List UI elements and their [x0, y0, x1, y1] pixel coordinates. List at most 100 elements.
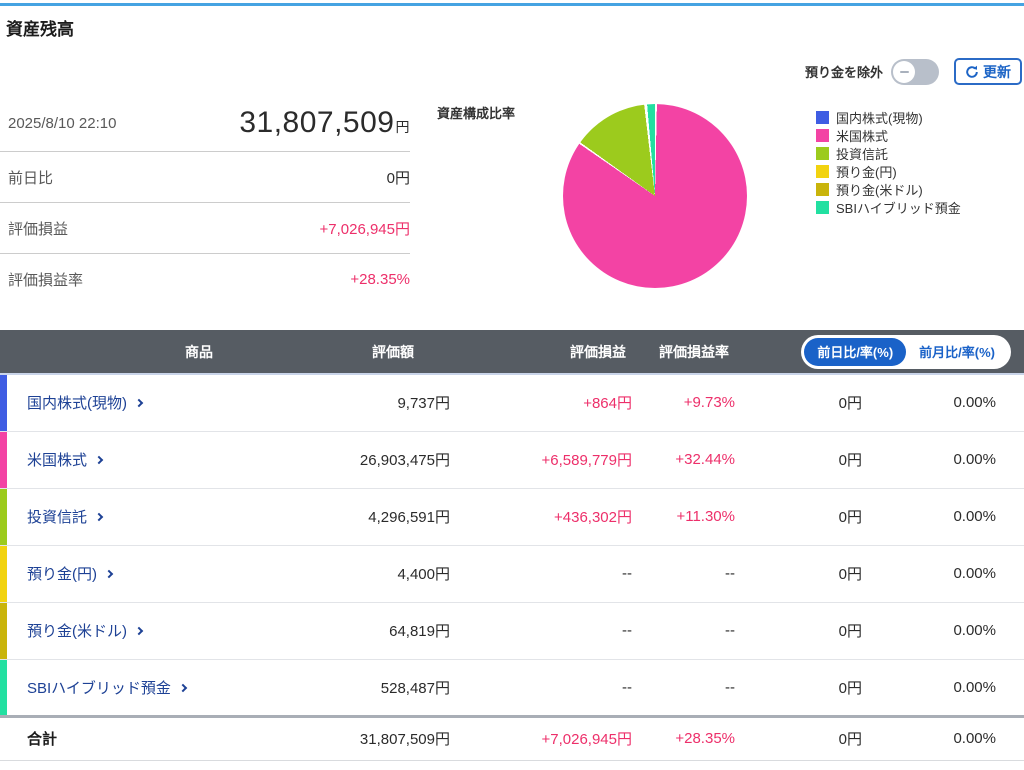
total-pl-rate-cell: +28.35% [632, 714, 735, 761]
top-accent-line [0, 3, 1024, 6]
pl-rate-cell: +9.73% [632, 374, 735, 432]
day-change-cell: 0円 [735, 602, 862, 660]
timestamp: 2025/8/10 22:10 [8, 114, 117, 132]
tab-day-change[interactable]: 前日比/率(%) [804, 337, 907, 366]
product-link-us-stocks[interactable]: 米国株式 [27, 449, 104, 470]
table-row-sbi-hybrid: SBIハイブリッド預金 528,487円 -- -- 0円 0.00% [0, 659, 1024, 717]
row-color-bar [0, 602, 7, 659]
summary-value: +28.35% [350, 271, 410, 288]
pl-rate-cell: +11.30% [632, 488, 735, 546]
header-value: 評価額 [336, 330, 450, 375]
product-link-deposit-yen[interactable]: 預り金(円) [27, 563, 114, 584]
total-day-change-cell: 0円 [735, 714, 862, 761]
day-change-cell: 0円 [735, 545, 862, 603]
value-cell: 64,819円 [336, 602, 450, 660]
row-color-bar [0, 659, 7, 715]
day-change-cell: 0円 [735, 488, 862, 546]
day-rate-cell: 0.00% [862, 488, 1024, 546]
chevron-right-icon [134, 399, 144, 408]
summary-row-pl-rate: 評価損益率 +28.35% [0, 254, 410, 305]
legend-item: SBIハイブリッド預金 [816, 199, 961, 216]
exclude-deposits-toggle[interactable] [891, 58, 939, 85]
row-color-bar [0, 488, 7, 545]
summary-row-day-change: 前日比 0円 [0, 152, 410, 203]
refresh-button-label: 更新 [983, 63, 1011, 80]
pl-cell: -- [450, 545, 632, 603]
legend-label: 米国株式 [836, 129, 889, 144]
table-row-mutual-funds: 投資信託 4,296,591円 +436,302円 +11.30% 0円 0.0… [0, 488, 1024, 546]
value-cell: 9,737円 [336, 374, 450, 432]
header-pl: 評価損益 [450, 330, 632, 375]
legend-swatch-mutual-funds [816, 147, 829, 160]
product-link-mutual-funds[interactable]: 投資信託 [27, 506, 104, 527]
day-rate-cell: 0.00% [862, 602, 1024, 660]
legend-item: 国内株式(現物) [816, 109, 961, 126]
legend-swatch-sbi-hybrid [816, 201, 829, 214]
legend-label: 預り金(円) [836, 165, 897, 180]
pl-cell: +436,302円 [450, 488, 632, 546]
day-rate-cell: 0.00% [862, 659, 1024, 717]
product-link-sbi-hybrid[interactable]: SBIハイブリッド預金 [27, 677, 188, 698]
summary-label: 前日比 [8, 169, 54, 187]
chevron-right-icon [94, 512, 104, 522]
legend-item: 預り金(円) [816, 163, 961, 180]
legend-label: SBIハイブリッド預金 [836, 201, 961, 216]
row-color-bar [0, 545, 7, 602]
header-product: 商品 [0, 330, 336, 375]
day-rate-cell: 0.00% [862, 431, 1024, 489]
chevron-right-icon [104, 569, 114, 579]
pl-cell: -- [450, 602, 632, 660]
chevron-right-icon [134, 626, 144, 636]
value-cell: 4,400円 [336, 545, 450, 603]
total-value-cell: 31,807,509円 [336, 714, 450, 761]
pl-rate-cell: -- [632, 659, 735, 717]
product-link-deposit-usd[interactable]: 預り金(米ドル) [27, 620, 144, 641]
day-change-cell: 0円 [735, 659, 862, 717]
pl-rate-cell: -- [632, 602, 735, 660]
value-cell: 4,296,591円 [336, 488, 450, 546]
legend-swatch-domestic-stocks [816, 111, 829, 124]
pl-cell: +6,589,779円 [450, 431, 632, 489]
legend-swatch-us-stocks [816, 129, 829, 142]
period-toggle-group: 前日比/率(%) 前月比/率(%) [801, 334, 1011, 369]
pl-rate-cell: +32.44% [632, 431, 735, 489]
header-pl-rate: 評価損益率 [632, 330, 735, 375]
refresh-button[interactable]: 更新 [954, 58, 1022, 85]
summary-row-pl: 評価損益 +7,026,945円 [0, 203, 410, 254]
controls-row: 預り金を除外 更新 [805, 58, 1022, 85]
row-color-bar [0, 375, 7, 431]
legend-label: 国内株式(現物) [836, 111, 923, 126]
exclude-deposits-label: 預り金を除外 [804, 65, 883, 80]
summary-label: 評価損益 [8, 220, 69, 238]
table-row-us-stocks: 米国株式 26,903,475円 +6,589,779円 +32.44% 0円 … [0, 431, 1024, 489]
day-rate-cell: 0.00% [862, 374, 1024, 432]
legend-swatch-deposit-yen [816, 165, 829, 178]
total-pl-cell: +7,026,945円 [450, 714, 632, 761]
pl-cell: +864円 [450, 374, 632, 432]
value-cell: 26,903,475円 [336, 431, 450, 489]
row-color-bar [0, 431, 7, 488]
table-row-deposit-yen: 預り金(円) 4,400円 -- -- 0円 0.00% [0, 545, 1024, 603]
yen-unit: 円 [395, 119, 410, 135]
refresh-icon [966, 65, 978, 78]
holdings-table: 商品 評価額 評価損益 評価損益率 前日比/率(%) 前月比/率(%) 国内株式… [0, 330, 1024, 761]
legend-label: 預り金(米ドル) [836, 183, 923, 198]
pie-chart-title: 資産構成比率 [437, 106, 516, 121]
legend-swatch-deposit-usd [816, 183, 829, 196]
asset-composition-pie-chart [563, 104, 747, 288]
pie-legend: 国内株式(現物) 米国株式 投資信託 預り金(円) 預り金(米ドル) SBIハイ… [816, 109, 961, 217]
summary-panel: 2025/8/10 22:10 31,807,509円 前日比 0円 評価損益 … [0, 95, 410, 305]
legend-label: 投資信託 [836, 147, 889, 162]
tab-month-change[interactable]: 前月比/率(%) [906, 337, 1008, 366]
page-title: 資産残高 [6, 20, 74, 39]
product-link-domestic-stocks[interactable]: 国内株式(現物) [27, 392, 144, 413]
total-label: 合計 [0, 714, 336, 761]
legend-item: 投資信託 [816, 145, 961, 162]
pl-rate-cell: -- [632, 545, 735, 603]
table-row-deposit-usd: 預り金(米ドル) 64,819円 -- -- 0円 0.00% [0, 602, 1024, 660]
table-header-row: 商品 評価額 評価損益 評価損益率 前日比/率(%) 前月比/率(%) [0, 330, 1024, 375]
table-row-total: 合計 31,807,509円 +7,026,945円 +28.35% 0円 0.… [0, 714, 1024, 761]
day-change-cell: 0円 [735, 431, 862, 489]
pl-cell: -- [450, 659, 632, 717]
day-change-cell: 0円 [735, 374, 862, 432]
